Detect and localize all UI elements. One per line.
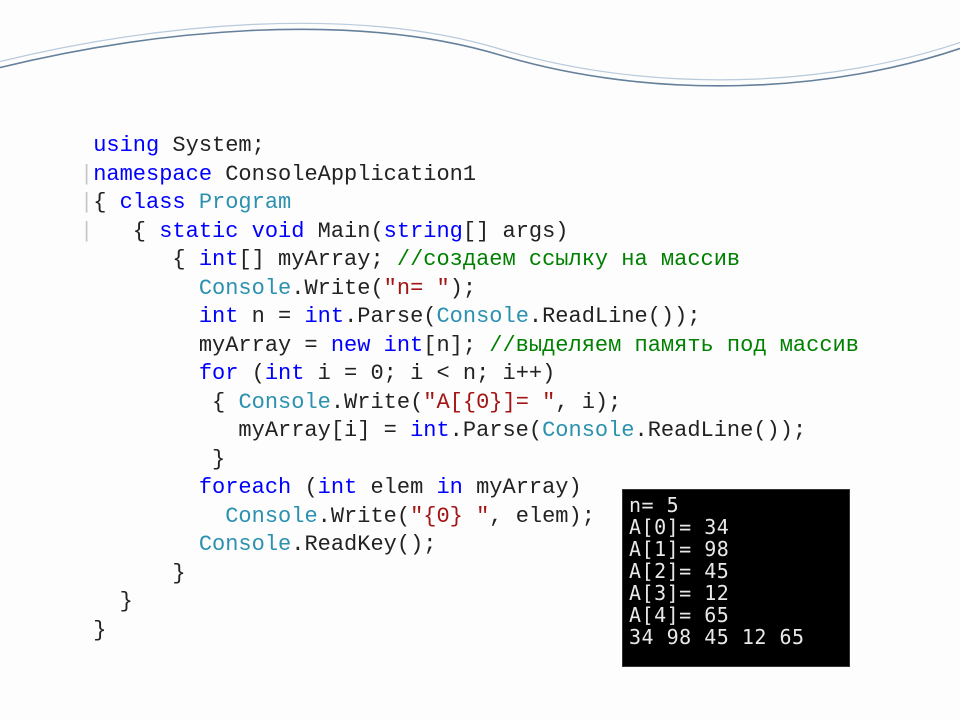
code-line: } bbox=[80, 618, 106, 643]
code-line: foreach (int elem in myArray) bbox=[80, 475, 582, 500]
code-line: using System; bbox=[80, 133, 265, 158]
code-line: { Console.Write("A[{0}]= ", i); bbox=[80, 390, 621, 415]
code-line: myArray[i] = int.Parse(Console.ReadLine(… bbox=[80, 418, 806, 443]
slide: using System; |namespace ConsoleApplicat… bbox=[0, 0, 960, 720]
decorative-wave bbox=[0, 0, 960, 100]
code-line: Console.Write("{0} ", elem); bbox=[80, 504, 595, 529]
code-line: int n = int.Parse(Console.ReadLine()); bbox=[80, 304, 701, 329]
code-line: } bbox=[80, 589, 133, 614]
console-output: n= 5 A[0]= 34 A[1]= 98 A[2]= 45 A[3]= 12… bbox=[622, 489, 850, 667]
code-line: for (int i = 0; i < n; i++) bbox=[80, 361, 555, 386]
code-line: { int[] myArray; //создаем ссылку на мас… bbox=[80, 247, 740, 272]
code-line: myArray = new int[n]; //выделяем память … bbox=[80, 333, 859, 358]
code-line: Console.ReadKey(); bbox=[80, 532, 436, 557]
code-line: } bbox=[80, 561, 186, 586]
code-line: } bbox=[80, 447, 225, 472]
code-line: |namespace ConsoleApplication1 bbox=[80, 162, 476, 187]
code-line: | { static void Main(string[] args) bbox=[80, 219, 569, 244]
code-line: |{ class Program bbox=[80, 190, 291, 215]
code-line: Console.Write("n= "); bbox=[80, 276, 476, 301]
